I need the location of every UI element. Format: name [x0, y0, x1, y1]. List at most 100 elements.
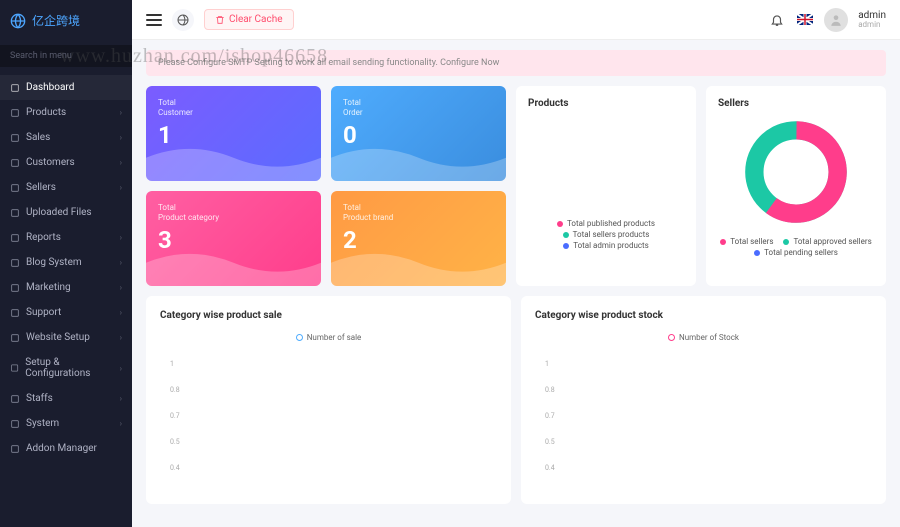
sidebar-item-system[interactable]: System › — [0, 411, 132, 436]
nav-label: Dashboard — [26, 82, 74, 93]
nav-icon — [10, 158, 20, 168]
language-button[interactable] — [796, 11, 814, 29]
chevron-right-icon: › — [120, 108, 122, 117]
sidebar-item-sellers[interactable]: Sellers › — [0, 175, 132, 200]
chevron-right-icon: › — [120, 158, 122, 167]
bell-icon — [770, 13, 784, 27]
user-role: admin — [858, 21, 886, 30]
sidebar-item-marketing[interactable]: Marketing › — [0, 275, 132, 300]
chevron-right-icon: › — [120, 183, 122, 192]
user-menu[interactable]: admin admin — [858, 10, 886, 30]
wave-decoration — [331, 239, 506, 287]
stat-card-customer: TotalCustomer 1 — [146, 86, 321, 181]
chevron-right-icon: › — [120, 333, 122, 342]
sellers-card: Sellers Total sellers Total approved sel… — [706, 86, 886, 286]
products-legend: Total published products Total sellers p… — [528, 219, 684, 250]
sidebar-item-website-setup[interactable]: Website Setup › — [0, 325, 132, 350]
sidebar-item-customers[interactable]: Customers › — [0, 150, 132, 175]
globe-icon — [177, 14, 189, 26]
chevron-right-icon: › — [120, 308, 122, 317]
flag-icon — [797, 14, 813, 25]
sidebar-item-setup-configurations[interactable]: Setup & Configurations› — [0, 350, 132, 386]
sidebar-item-addon-manager[interactable]: Addon Manager — [0, 436, 132, 461]
nav-label: System — [26, 418, 59, 429]
topbar: Clear Cache admin admin — [132, 0, 900, 40]
nav-icon — [10, 133, 20, 143]
main-area: Clear Cache admin admin www.huzhan.com/i… — [132, 0, 900, 527]
sidebar-item-uploaded-files[interactable]: Uploaded Files — [0, 200, 132, 225]
chevron-right-icon: › — [120, 233, 122, 242]
chevron-right-icon: › — [120, 419, 122, 428]
notifications-button[interactable] — [768, 11, 786, 29]
nav-icon — [10, 283, 20, 293]
card-title: Products — [528, 98, 684, 109]
chart-product-sale: Category wise product sale Number of sal… — [146, 296, 511, 504]
sidebar: 亿企跨境 Search in menu DashboardProducts›Sa… — [0, 0, 132, 527]
stat-card-category: TotalProduct category 3 — [146, 191, 321, 286]
chart-title: Category wise product stock — [535, 310, 872, 321]
sidebar-item-reports[interactable]: Reports › — [0, 225, 132, 250]
nav-icon — [10, 258, 20, 268]
chevron-right-icon: › — [120, 258, 122, 267]
nav-icon — [10, 233, 20, 243]
search-input[interactable]: Search in menu — [0, 45, 132, 67]
nav-label: Products — [26, 107, 66, 118]
nav-icon — [10, 83, 20, 93]
brand-text: 亿企跨境 — [32, 12, 80, 29]
nav-label: Support — [26, 307, 61, 318]
hamburger-icon[interactable] — [146, 14, 162, 26]
clear-cache-label: Clear Cache — [229, 14, 283, 25]
chart-y-axis: 1 0.8 0.7 0.5 0.4 — [160, 360, 497, 472]
chevron-right-icon: › — [120, 283, 122, 292]
nav-label: Website Setup — [26, 332, 90, 343]
nav-label: Staffs — [26, 393, 53, 404]
nav-icon — [10, 183, 20, 193]
user-icon — [829, 13, 843, 27]
nav-icon — [10, 333, 20, 343]
nav-label: Marketing — [26, 282, 71, 293]
wave-decoration — [146, 134, 321, 182]
nav-icon — [10, 394, 20, 404]
sidebar-item-staffs[interactable]: Staffs › — [0, 386, 132, 411]
nav-label: Setup & Configurations — [25, 357, 119, 379]
sidebar-item-sales[interactable]: Sales › — [0, 125, 132, 150]
wave-decoration — [331, 134, 506, 182]
nav-icon — [10, 108, 20, 118]
chevron-right-icon: › — [120, 133, 122, 142]
sidebar-item-dashboard[interactable]: Dashboard — [0, 75, 132, 100]
clear-cache-button[interactable]: Clear Cache — [204, 9, 294, 30]
brand-logo[interactable]: 亿企跨境 — [0, 0, 132, 41]
nav-icon — [10, 444, 20, 454]
nav-label: Uploaded Files — [26, 207, 92, 218]
nav-icon — [10, 308, 20, 318]
chart-title: Category wise product sale — [160, 310, 497, 321]
avatar[interactable] — [824, 8, 848, 32]
nav-label: Sellers — [26, 182, 56, 193]
visit-site-button[interactable] — [172, 9, 194, 31]
nav-label: Addon Manager — [26, 443, 97, 454]
nav-icon — [10, 208, 20, 218]
sidebar-item-support[interactable]: Support › — [0, 300, 132, 325]
nav-label: Sales — [26, 132, 50, 143]
sellers-donut-chart — [741, 117, 851, 227]
globe-icon — [10, 13, 26, 29]
products-card: Products Total published products Total … — [516, 86, 696, 286]
user-name: admin — [858, 10, 886, 21]
stat-card-brand: TotalProduct brand 2 — [331, 191, 506, 286]
nav-label: Blog System — [26, 257, 82, 268]
sellers-legend: Total sellers Total approved sellers Tot… — [718, 237, 874, 257]
sidebar-item-products[interactable]: Products › — [0, 100, 132, 125]
nav-icon — [10, 363, 19, 373]
card-title: Sellers — [718, 98, 874, 109]
chevron-right-icon: › — [120, 394, 122, 403]
stat-card-order: TotalOrder 0 — [331, 86, 506, 181]
nav-label: Reports — [26, 232, 61, 243]
smtp-warning-banner[interactable]: Please Configure SMTP Setting to work al… — [146, 50, 886, 76]
sidebar-item-blog-system[interactable]: Blog System › — [0, 250, 132, 275]
nav-label: Customers — [26, 157, 75, 168]
chevron-right-icon: › — [120, 364, 122, 373]
content: www.huzhan.com/ishop46658 Please Configu… — [132, 40, 900, 527]
trash-icon — [215, 15, 225, 25]
chart-product-stock: Category wise product stock Number of St… — [521, 296, 886, 504]
chart-y-axis: 1 0.8 0.7 0.5 0.4 — [535, 360, 872, 472]
